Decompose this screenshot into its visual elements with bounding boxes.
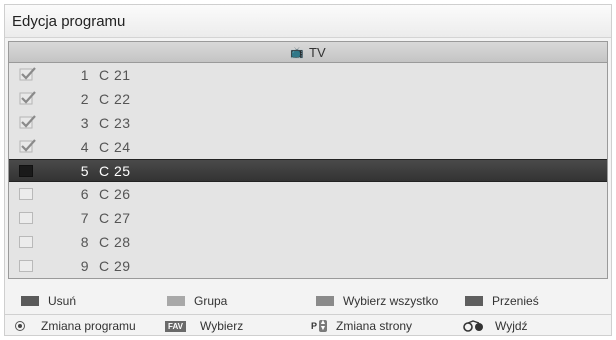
checkbox-icon[interactable] — [19, 164, 33, 177]
channel-row[interactable]: 4 C 24 — [9, 135, 607, 159]
channel-number: 2 — [80, 90, 89, 107]
checked-checkbox-icon[interactable] — [19, 91, 37, 105]
list-header-label: TV — [309, 44, 326, 60]
checked-checkbox-icon[interactable] — [19, 115, 37, 129]
green-key-swatch — [167, 296, 185, 306]
select-hint[interactable]: FAV Wybierz — [165, 319, 243, 333]
channel-number: 7 — [80, 210, 89, 227]
channel-name: C 23 — [99, 114, 131, 131]
channel-name: C 25 — [99, 162, 131, 179]
channel-row[interactable]: 1 C 21 — [9, 63, 607, 87]
channel-number: 3 — [80, 114, 89, 131]
exit-hint[interactable]: Wyjdź — [463, 319, 528, 333]
select-all-key-label: Wybierz wszystko — [343, 294, 439, 308]
move-key-label: Przenieś — [492, 294, 539, 308]
change-page-hint[interactable]: P ▲ ▼ Zmiana strony — [311, 319, 412, 333]
checkbox-icon[interactable] — [19, 188, 33, 201]
channel-list: 📺 TV 1 C 21 2 C 22 3 C 23 4 C 24 5 C 25 6 C 26 7 C 27… — [8, 41, 608, 279]
channel-number: 4 — [80, 138, 89, 155]
blue-key-swatch — [465, 296, 483, 306]
exit-icon — [463, 320, 483, 332]
select-label: Wybierz — [199, 319, 244, 333]
channel-name: C 21 — [99, 66, 131, 83]
channel-number: 5 — [80, 162, 89, 179]
channel-row[interactable]: 2 C 22 — [9, 87, 607, 111]
select-all-key[interactable]: Wybierz wszystko — [316, 294, 438, 308]
group-key[interactable]: Grupa — [167, 294, 227, 308]
fav-button-icon: FAV — [165, 320, 186, 332]
yellow-key-swatch — [316, 296, 334, 306]
footer-hints: Zmiana programu FAV Wybierz P ▲ ▼ Zmiana … — [5, 314, 611, 337]
channel-number: 8 — [80, 234, 89, 251]
delete-key-label: Usuń — [48, 294, 77, 308]
list-header: 📺 TV — [9, 42, 607, 63]
tv-icon: 📺 — [290, 46, 305, 59]
channel-row[interactable]: 3 C 23 — [9, 111, 607, 135]
move-key[interactable]: Przenieś — [465, 294, 539, 308]
change-program-hint[interactable]: Zmiana programu — [15, 319, 136, 333]
checked-checkbox-icon[interactable] — [19, 138, 37, 153]
channel-number: 1 — [80, 66, 89, 83]
delete-key[interactable]: Usuń — [21, 294, 76, 308]
channel-row[interactable]: 9 C 29 — [9, 254, 607, 278]
group-key-label: Grupa — [194, 294, 228, 308]
program-edit-window: Edycja programu 📺 TV 1 C 21 2 C 22 3 C 23 4 C 2… — [4, 4, 612, 336]
change-page-label: Zmiana strony — [336, 319, 413, 333]
channel-number: 6 — [80, 186, 89, 203]
exit-label: Wyjdź — [495, 319, 528, 333]
channel-number: 9 — [80, 258, 89, 275]
channel-name: C 29 — [99, 258, 131, 275]
checkbox-icon[interactable] — [19, 260, 33, 273]
channel-row[interactable]: 5 C 25 — [9, 158, 607, 183]
color-key-bar: Usuń Grupa Wybierz wszystko Przenieś — [5, 290, 611, 314]
change-program-label: Zmiana programu — [41, 319, 136, 333]
page-updown-icon: ▲ ▼ — [319, 319, 328, 332]
checkbox-icon[interactable] — [19, 236, 33, 249]
checked-checkbox-icon[interactable] — [19, 67, 37, 81]
channel-name: C 28 — [99, 234, 131, 251]
channel-name: C 26 — [99, 186, 131, 203]
channel-row[interactable]: 7 C 27 — [9, 206, 607, 230]
page-title: Edycja programu — [5, 5, 611, 38]
red-key-swatch — [21, 296, 39, 306]
ok-button-icon — [15, 321, 25, 331]
channel-row[interactable]: 8 C 28 — [9, 230, 607, 254]
channel-name: C 27 — [99, 210, 131, 227]
p-button-icon: P — [311, 321, 318, 331]
channel-name: C 22 — [99, 90, 131, 107]
channel-row[interactable]: 6 C 26 — [9, 182, 607, 206]
checkbox-icon[interactable] — [19, 212, 33, 225]
channel-name: C 24 — [99, 138, 131, 155]
